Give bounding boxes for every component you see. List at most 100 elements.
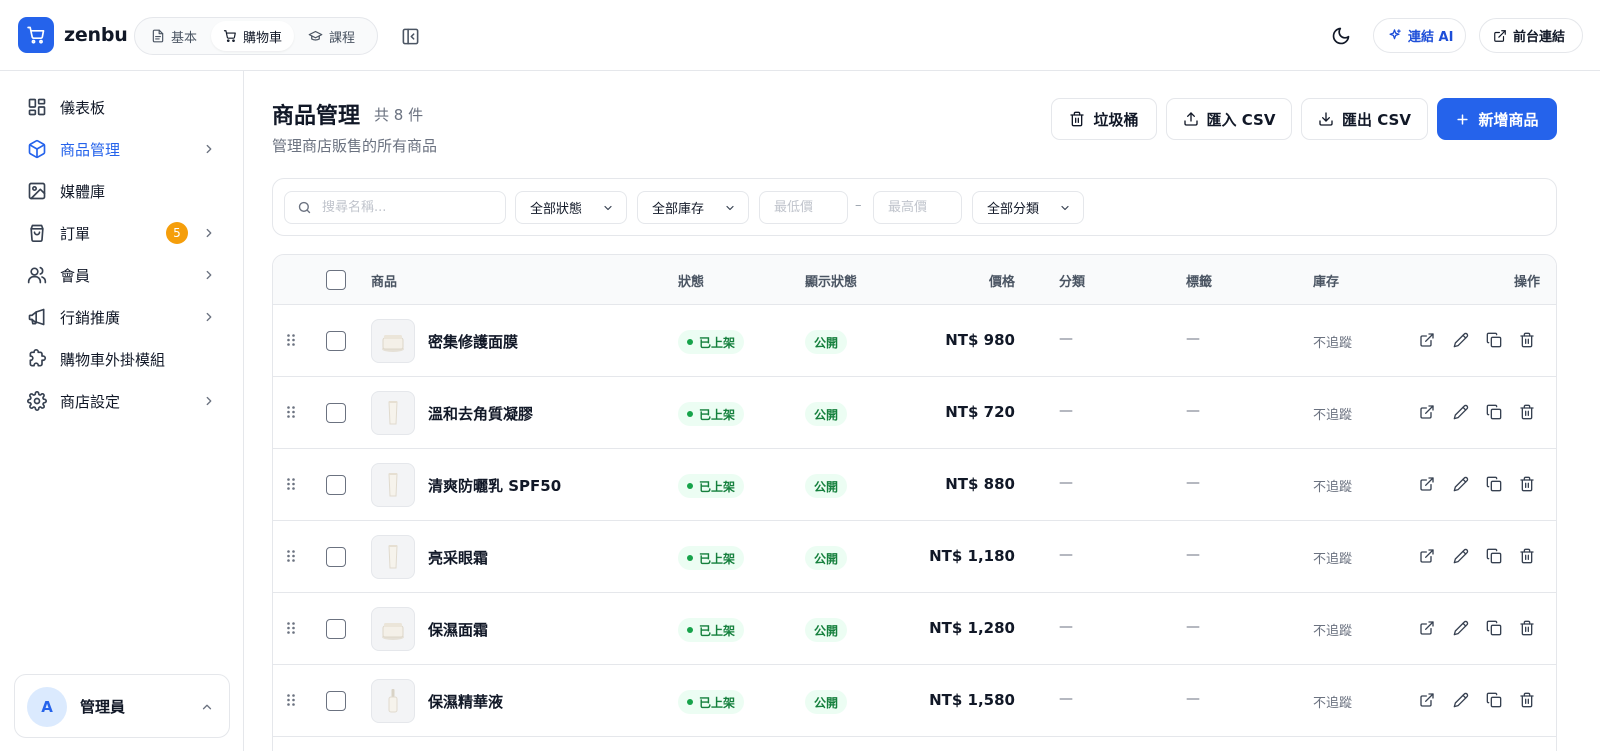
edit-product-button[interactable] (1452, 547, 1470, 565)
moon-icon[interactable] (1330, 25, 1352, 47)
sidebar-item-plugins[interactable]: 購物車外掛模組 (0, 339, 243, 379)
sidebar-toggle-icon[interactable] (400, 26, 420, 46)
product-name[interactable]: 保濕精華液 (428, 691, 503, 712)
row-checkbox[interactable] (326, 331, 346, 351)
add-product-button[interactable]: 新增商品 (1437, 98, 1557, 140)
drag-handle-icon[interactable] (285, 405, 297, 419)
view-product-button[interactable] (1418, 547, 1436, 565)
row-checkbox[interactable] (326, 619, 346, 639)
trash-icon (1519, 404, 1535, 420)
table-row[interactable]: 清爽防曬乳 SPF50 已上架 公開 NT$ 880 — — 不追蹤 (273, 449, 1556, 521)
table-row[interactable]: 密集修護面膜 已上架 公開 NT$ 980 — — 不追蹤 (273, 305, 1556, 377)
view-product-button[interactable] (1418, 403, 1436, 421)
table-row[interactable]: 溫和去角質凝膠 已上架 公開 NT$ 720 — — 不追蹤 (273, 377, 1556, 449)
edit-product-button[interactable] (1452, 403, 1470, 421)
export-csv-button[interactable]: 匯出 CSV (1301, 98, 1428, 140)
product-tags: — (1186, 619, 1200, 635)
drag-handle-icon[interactable] (285, 693, 297, 707)
trash-icon (1519, 692, 1535, 708)
delete-product-button[interactable] (1518, 691, 1536, 709)
edit-product-button[interactable] (1452, 691, 1470, 709)
status-filter-select[interactable]: 全部狀態 (515, 191, 627, 224)
chevron-right-icon (202, 142, 216, 156)
min-price-field[interactable] (759, 191, 848, 224)
product-name[interactable]: 保濕面霜 (428, 619, 488, 640)
mode-tab-basic[interactable]: 基本 (139, 21, 209, 51)
trash-button[interactable]: 垃圾桶 (1051, 98, 1157, 140)
product-name[interactable]: 亮采眼霜 (428, 547, 488, 568)
product-name[interactable]: 密集修護面膜 (428, 331, 518, 352)
delete-product-button[interactable] (1518, 331, 1536, 349)
product-name[interactable]: 清爽防曬乳 SPF50 (428, 475, 561, 496)
view-product-button[interactable] (1418, 331, 1436, 349)
drag-handle-icon[interactable] (285, 549, 297, 563)
external-link-icon (1493, 29, 1507, 43)
sidebar-item-settings[interactable]: 商店設定 (0, 381, 243, 421)
delete-product-button[interactable] (1518, 475, 1536, 493)
product-price: NT$ 720 (945, 403, 1015, 421)
plus-icon (1455, 112, 1470, 127)
table-row[interactable]: 亮采眼霜 已上架 公開 NT$ 1,180 — — 不追蹤 (273, 521, 1556, 593)
frontend-link-button[interactable]: 前台連結 (1479, 18, 1583, 53)
table-row[interactable]: 保濕精華液 已上架 公開 NT$ 1,580 — — 不追蹤 (273, 665, 1556, 737)
drag-handle-icon[interactable] (285, 477, 297, 491)
row-checkbox[interactable] (326, 475, 346, 495)
edit-product-button[interactable] (1452, 619, 1470, 637)
max-price-input[interactable] (888, 200, 958, 215)
mode-tab-cart[interactable]: 購物車 (211, 21, 295, 51)
sidebar-item-marketing[interactable]: 行銷推廣 (0, 297, 243, 337)
row-checkbox[interactable] (326, 547, 346, 567)
product-category: — (1059, 619, 1073, 635)
sidebar-item-members[interactable]: 會員 (0, 255, 243, 295)
mode-tab-course[interactable]: 課程 (296, 21, 367, 51)
cart-logo-icon[interactable] (18, 17, 54, 53)
category-filter-select[interactable]: 全部分類 (972, 191, 1084, 224)
product-price: NT$ 1,280 (929, 619, 1015, 637)
drag-handle-icon[interactable] (285, 621, 297, 635)
delete-product-button[interactable] (1518, 403, 1536, 421)
sidebar-item-products[interactable]: 商品管理 (0, 129, 243, 169)
edit-product-button[interactable] (1452, 475, 1470, 493)
duplicate-product-button[interactable] (1485, 331, 1503, 349)
stock-filter-select[interactable]: 全部庫存 (637, 191, 749, 224)
drag-handle-icon[interactable] (285, 333, 297, 347)
mode-tab-label: 課程 (329, 30, 356, 46)
mode-tab-label: 購物車 (243, 30, 283, 46)
import-csv-label: 匯入 CSV (1206, 110, 1276, 129)
user-menu[interactable]: A 管理員 (14, 674, 230, 738)
import-csv-button[interactable]: 匯入 CSV (1166, 98, 1292, 140)
column-header-category: 分類 (1059, 275, 1086, 290)
sidebar-item-media[interactable]: 媒體庫 (0, 171, 243, 211)
view-product-button[interactable] (1418, 619, 1436, 637)
product-name[interactable]: 溫和去角質凝膠 (428, 403, 533, 424)
sidebar-item-dashboard[interactable]: 儀表板 (0, 87, 243, 127)
view-product-button[interactable] (1418, 475, 1436, 493)
product-tags: — (1186, 475, 1200, 491)
duplicate-product-button[interactable] (1485, 619, 1503, 637)
sidebar-item-orders[interactable]: 訂單 5 (0, 213, 243, 253)
min-price-input[interactable] (774, 200, 844, 215)
visibility-badge: 公開 (805, 474, 848, 498)
external-link-icon (1419, 332, 1435, 348)
duplicate-product-button[interactable] (1485, 691, 1503, 709)
search-box[interactable] (284, 191, 506, 224)
max-price-field[interactable] (873, 191, 962, 224)
search-input[interactable] (322, 200, 492, 215)
connect-ai-button[interactable]: 連結 AI (1373, 18, 1466, 53)
top-bar: zenbu 基本 購物車 課程 連結 AI 前台連結 (0, 0, 1600, 71)
delete-product-button[interactable] (1518, 547, 1536, 565)
edit-product-button[interactable] (1452, 331, 1470, 349)
row-checkbox[interactable] (326, 403, 346, 423)
row-checkbox[interactable] (326, 691, 346, 711)
table-row[interactable]: 保濕面霜 已上架 公開 NT$ 1,280 — — 不追蹤 (273, 593, 1556, 665)
filter-bar: 全部狀態 全部庫存 – 全部分類 (272, 178, 1557, 236)
duplicate-product-button[interactable] (1485, 475, 1503, 493)
shopping-bag-icon (26, 222, 48, 244)
duplicate-product-button[interactable] (1485, 547, 1503, 565)
duplicate-product-button[interactable] (1485, 403, 1503, 421)
product-stock: 不追蹤 (1313, 408, 1353, 423)
select-all-checkbox[interactable] (326, 270, 346, 290)
view-product-button[interactable] (1418, 691, 1436, 709)
price-range-separator: – (855, 198, 862, 213)
delete-product-button[interactable] (1518, 619, 1536, 637)
